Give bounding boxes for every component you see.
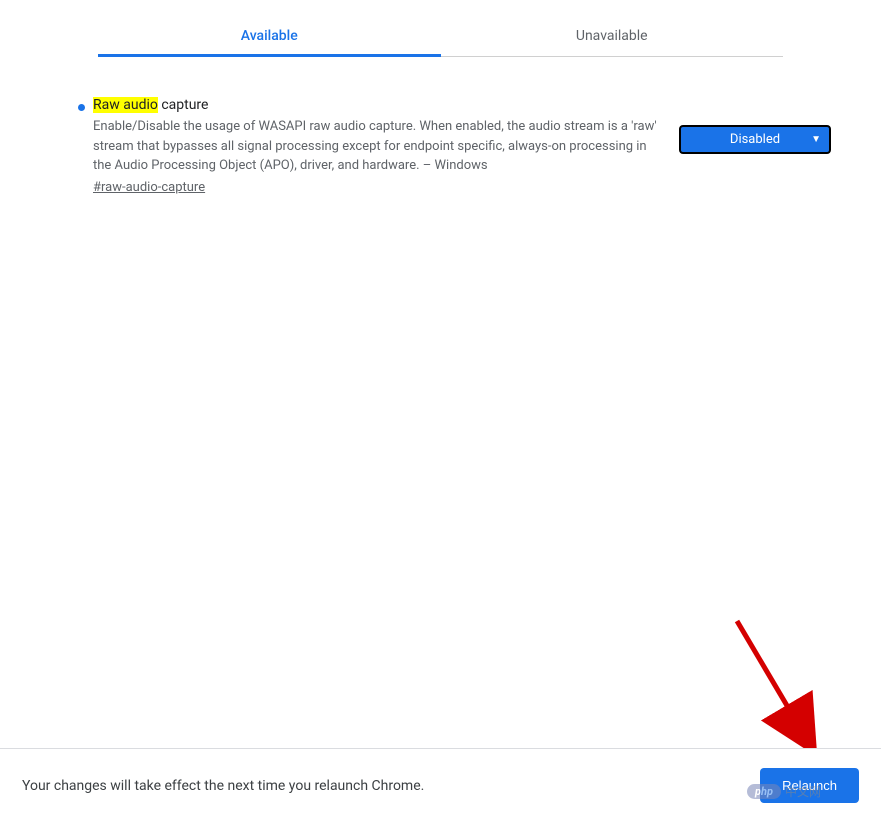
tab-bar: Available Unavailable <box>98 20 783 57</box>
flag-title-highlight: Raw audio <box>93 97 158 113</box>
watermark-badge: php <box>747 784 781 799</box>
flag-title: Raw audio capture <box>93 97 659 113</box>
flag-row: Raw audio capture Enable/Disable the usa… <box>78 97 831 195</box>
annotation-arrow-icon <box>727 616 837 756</box>
flag-text-block: Raw audio capture Enable/Disable the usa… <box>93 97 679 195</box>
tab-unavailable[interactable]: Unavailable <box>441 20 784 57</box>
flag-anchor-link[interactable]: #raw-audio-capture <box>93 180 205 195</box>
watermark: php 中文网 <box>747 783 821 800</box>
tab-available[interactable]: Available <box>98 20 441 57</box>
flag-bullet-icon <box>78 104 85 111</box>
chevron-down-icon: ▼ <box>811 134 821 145</box>
flag-title-rest: capture <box>158 97 209 113</box>
footer-message: Your changes will take effect the next t… <box>22 778 424 794</box>
flag-description: Enable/Disable the usage of WASAPI raw a… <box>93 117 659 176</box>
flag-state-dropdown[interactable]: Disabled ▼ <box>679 125 831 154</box>
dropdown-selected-label: Disabled <box>689 132 821 147</box>
watermark-text: 中文网 <box>785 783 821 800</box>
